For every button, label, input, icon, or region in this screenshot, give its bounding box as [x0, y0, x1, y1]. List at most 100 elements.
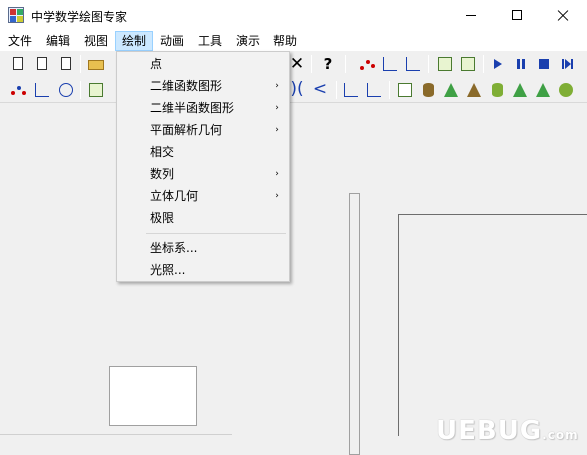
- cylinder-icon: [423, 83, 434, 97]
- point-plot-button[interactable]: [357, 54, 377, 74]
- graph2-button[interactable]: [458, 54, 478, 74]
- minimize-button[interactable]: [448, 0, 494, 31]
- open-button[interactable]: [86, 54, 106, 74]
- new-doc2-icon: [37, 57, 47, 70]
- paren-icon: )(: [290, 79, 304, 99]
- axes3d-button[interactable]: [341, 80, 361, 100]
- menu-view[interactable]: 视图: [78, 31, 114, 51]
- angle-icon: <: [312, 79, 328, 99]
- minimize-icon: [466, 15, 476, 16]
- submenu-arrow-icon: ›: [275, 103, 279, 113]
- toolbar-draw: )( <: [0, 77, 587, 103]
- menu-help[interactable]: 帮助: [267, 31, 303, 51]
- maximize-button[interactable]: [494, 0, 540, 31]
- child-window[interactable]: [109, 366, 197, 426]
- frustum-button[interactable]: [464, 80, 484, 100]
- graph-button[interactable]: [86, 80, 106, 100]
- play-icon: [494, 59, 502, 69]
- menu-edit[interactable]: 编辑: [40, 31, 76, 51]
- toolbar-separator: [80, 81, 81, 99]
- frustum2-button[interactable]: [533, 80, 553, 100]
- toolbar-separator: [336, 81, 337, 99]
- toolbar-separator: [483, 55, 484, 73]
- graph2-icon: [461, 57, 475, 71]
- skip-end-button[interactable]: [557, 54, 577, 74]
- axes-plot2-button[interactable]: [403, 54, 423, 74]
- sphere-icon: [559, 83, 573, 97]
- menu-animation[interactable]: 动画: [154, 31, 190, 51]
- menu-item-lighting[interactable]: 光照...: [117, 259, 289, 281]
- cylinder2-button[interactable]: [487, 80, 507, 100]
- axes-plot2-icon: [406, 57, 420, 71]
- copy-doc-icon: [61, 57, 71, 70]
- pause-button[interactable]: [511, 54, 531, 74]
- points-button[interactable]: [8, 80, 28, 100]
- menu-item-intersection[interactable]: 相交: [117, 141, 289, 163]
- cylinder2-icon: [492, 83, 503, 97]
- toolbar-separator: [311, 55, 312, 73]
- stop-button[interactable]: [534, 54, 554, 74]
- axes-icon: [35, 83, 49, 97]
- cone-icon: [444, 83, 458, 97]
- graph-icon: [438, 57, 452, 71]
- toolbar-separator: [345, 55, 346, 73]
- toolbar-separator: [389, 81, 390, 99]
- cylinder-button[interactable]: [418, 80, 438, 100]
- angle-button[interactable]: <: [310, 80, 330, 100]
- menu-item-point[interactable]: 点: [117, 53, 289, 75]
- cone2-button[interactable]: [510, 80, 530, 100]
- axes-button[interactable]: [32, 80, 52, 100]
- help-icon: ?: [323, 55, 333, 73]
- graph-icon: [89, 83, 103, 97]
- window-title: 中学数学绘图专家: [31, 10, 128, 24]
- menu-item-analytic-geometry[interactable]: 平面解析几何 ›: [117, 119, 289, 141]
- axes3d-2-button[interactable]: [364, 80, 384, 100]
- sphere-button[interactable]: [556, 80, 576, 100]
- new-doc-button[interactable]: [8, 54, 28, 74]
- graph-button[interactable]: [435, 54, 455, 74]
- maximize-icon: [512, 10, 522, 20]
- draw-menu-dropdown: 点 二维函数图形 › 二维半函数图形 › 平面解析几何 › 相交 数列 › 立体几何 › …: [116, 51, 290, 282]
- box-icon: [398, 83, 412, 97]
- menu-bar: 文件 编辑 视图 绘制 动画 工具 演示 帮助: [0, 31, 587, 51]
- status-bar: [0, 434, 232, 455]
- copy-doc-button[interactable]: [56, 54, 76, 74]
- menu-item-coordinate-system[interactable]: 坐标系...: [117, 237, 289, 259]
- toolbar-separator: [428, 55, 429, 73]
- menu-item-2d-function[interactable]: 二维函数图形 ›: [117, 75, 289, 97]
- circle-button[interactable]: [56, 80, 76, 100]
- help-button[interactable]: ?: [318, 54, 338, 74]
- axes-plot-icon: [383, 57, 397, 71]
- stop-icon: [539, 59, 549, 69]
- delete-button[interactable]: ✕: [287, 54, 307, 74]
- play-button[interactable]: [488, 54, 508, 74]
- open-folder-icon: [88, 60, 104, 70]
- vertical-splitter[interactable]: [349, 193, 360, 455]
- frustum2-icon: [536, 83, 550, 97]
- new-doc-icon: [13, 57, 23, 70]
- cone-button[interactable]: [441, 80, 461, 100]
- menu-item-solid-geometry[interactable]: 立体几何 ›: [117, 185, 289, 207]
- axes-plot-button[interactable]: [380, 54, 400, 74]
- paren-button[interactable]: )(: [287, 80, 307, 100]
- submenu-arrow-icon: ›: [275, 169, 279, 179]
- menu-demo[interactable]: 演示: [230, 31, 266, 51]
- menu-tools[interactable]: 工具: [192, 31, 228, 51]
- close-button[interactable]: [540, 0, 586, 31]
- menu-file[interactable]: 文件: [2, 31, 38, 51]
- watermark: UEBUG.com: [436, 416, 579, 446]
- menu-draw[interactable]: 绘制: [115, 31, 154, 51]
- new-doc2-button[interactable]: [32, 54, 52, 74]
- menu-separator: [146, 233, 286, 234]
- menu-item-2-5d-function[interactable]: 二维半函数图形 ›: [117, 97, 289, 119]
- circle-icon: [59, 83, 73, 97]
- box-button[interactable]: [395, 80, 415, 100]
- submenu-arrow-icon: ›: [275, 125, 279, 135]
- delete-x-icon: ✕: [289, 54, 305, 74]
- menu-item-limit[interactable]: 极限: [117, 207, 289, 229]
- axes3d-icon: [344, 83, 358, 97]
- axes3d-2-icon: [367, 83, 381, 97]
- menu-item-sequence[interactable]: 数列 ›: [117, 163, 289, 185]
- title-bar: 中学数学绘图专家: [0, 0, 587, 31]
- drawing-canvas[interactable]: [398, 214, 587, 436]
